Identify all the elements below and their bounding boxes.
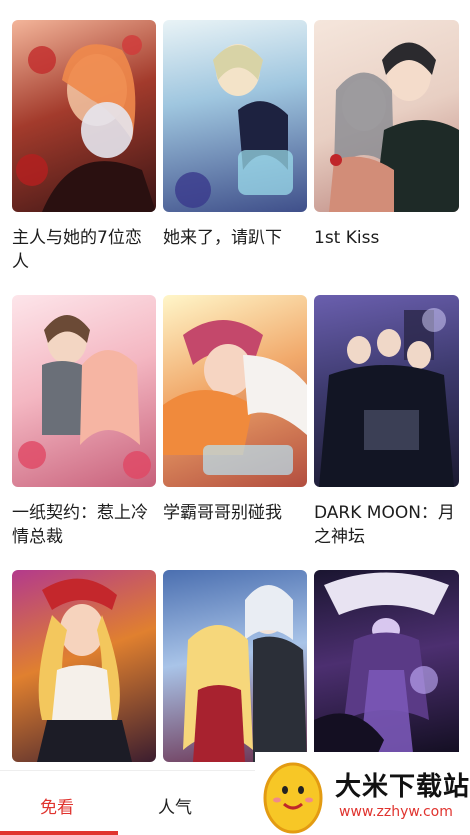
comic-title[interactable]: 她来了，请趴下 xyxy=(163,226,307,274)
comic-title[interactable]: 学霸哥哥别碰我 xyxy=(163,501,307,549)
comic-title[interactable]: DARK MOON：月之神坛 xyxy=(314,501,459,549)
cover-art xyxy=(329,42,459,212)
comic-card[interactable]: 她来了，请趴下 xyxy=(163,20,307,295)
comic-card[interactable]: DARK MOON：月之神坛 xyxy=(314,295,459,570)
comic-cover-image[interactable] xyxy=(163,295,307,487)
comic-cover-image[interactable] xyxy=(12,570,156,762)
comic-cover-image[interactable] xyxy=(314,295,459,487)
comic-card[interactable]: 主人与她的7位恋人 xyxy=(12,20,156,295)
comic-card[interactable] xyxy=(12,570,156,770)
comic-grid: 主人与她的7位恋人 她来了，请趴下 1st Kiss 一纸契约：惹上冷情总裁 学… xyxy=(0,0,470,770)
comic-card[interactable] xyxy=(314,570,459,770)
comic-cover-image[interactable] xyxy=(12,295,156,487)
cover-art xyxy=(37,578,132,762)
cover-art xyxy=(314,572,449,762)
comic-cover-image[interactable] xyxy=(314,20,459,212)
cover-art xyxy=(183,585,307,762)
comic-card[interactable] xyxy=(163,570,307,770)
comic-title[interactable]: 1st Kiss xyxy=(314,226,459,274)
comic-cover-image[interactable] xyxy=(314,570,459,762)
site-watermark: 大米下载站 www.zzhyw.com xyxy=(255,752,470,835)
comic-title[interactable]: 主人与她的7位恋人 xyxy=(12,226,156,274)
comic-title[interactable]: 一纸契约：惹上冷情总裁 xyxy=(12,501,156,549)
egg-mascot-icon xyxy=(263,762,323,834)
comic-cover-image[interactable] xyxy=(163,570,307,762)
cover-art xyxy=(319,308,454,487)
cover-art xyxy=(175,44,293,208)
comic-card[interactable]: 学霸哥哥别碰我 xyxy=(163,295,307,570)
watermark-site-url: www.zzhyw.com xyxy=(339,804,453,820)
comic-cover-image[interactable] xyxy=(12,20,156,212)
cover-art xyxy=(18,315,151,479)
comic-cover-image[interactable] xyxy=(163,20,307,212)
cover-art xyxy=(163,320,307,475)
active-tab-indicator xyxy=(0,831,118,835)
comic-card[interactable]: 一纸契约：惹上冷情总裁 xyxy=(12,295,156,570)
cover-art xyxy=(16,35,156,212)
watermark-site-name: 大米下载站 xyxy=(335,772,470,802)
comic-card[interactable]: 1st Kiss xyxy=(314,20,459,295)
tab-popular[interactable]: 人气 xyxy=(158,793,192,818)
tab-free-read[interactable]: 免看 xyxy=(40,793,74,818)
